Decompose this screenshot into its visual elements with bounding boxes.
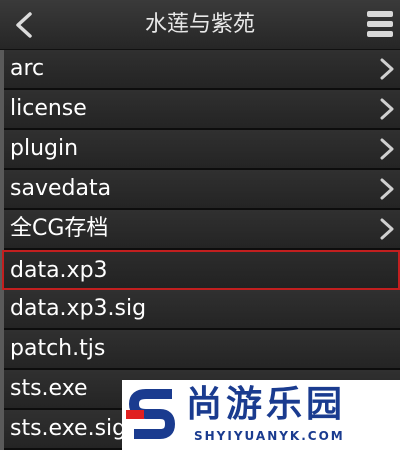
chevron-right-icon [380,98,394,120]
list-item-cg-save[interactable]: 全CG存档 [4,210,400,250]
chevron-right-icon [380,58,394,80]
list-item-label: 全CG存档 [10,216,109,241]
list-item-savedata[interactable]: savedata [4,170,400,210]
list-item-label: license [10,96,87,121]
list-item-label: plugin [10,136,79,161]
page-title: 水莲与紫苑 [144,12,255,37]
list-item-patch-tjs[interactable]: patch.tjs [4,330,400,370]
watermark-brand-cn: 尚游乐园 [186,384,347,425]
list-item-data-xp3[interactable]: data.xp3 [2,250,400,290]
chevron-right-icon [380,138,394,160]
list-item-data-xp3-sig[interactable]: data.xp3.sig [4,290,400,330]
list-item-label: data.xp3 [10,258,108,283]
list-item-label: sts.exe.sig [10,416,127,441]
chevron-right-icon [380,178,394,200]
chevron-right-icon [380,218,394,240]
watermark-logo: 尚游乐园 SHYIYUANYK.COM [122,380,400,450]
list-item-label: data.xp3.sig [10,296,147,321]
list-item-label: sts.exe [10,376,88,401]
menu-button[interactable] [366,9,394,39]
list-item-label: savedata [10,176,112,201]
brand-logo-icon [126,389,176,439]
list-item-plugin[interactable]: plugin [4,130,400,170]
list-item-license[interactable]: license [4,90,400,130]
list-item-label: patch.tjs [10,336,106,361]
title-bar: 水莲与紫苑 [0,0,400,50]
watermark-brand-en: SHYIYUANYK.COM [194,429,345,443]
hamburger-menu-icon [367,11,393,37]
list-item-arc[interactable]: arc [4,50,400,90]
list-item-label: arc [10,56,45,81]
